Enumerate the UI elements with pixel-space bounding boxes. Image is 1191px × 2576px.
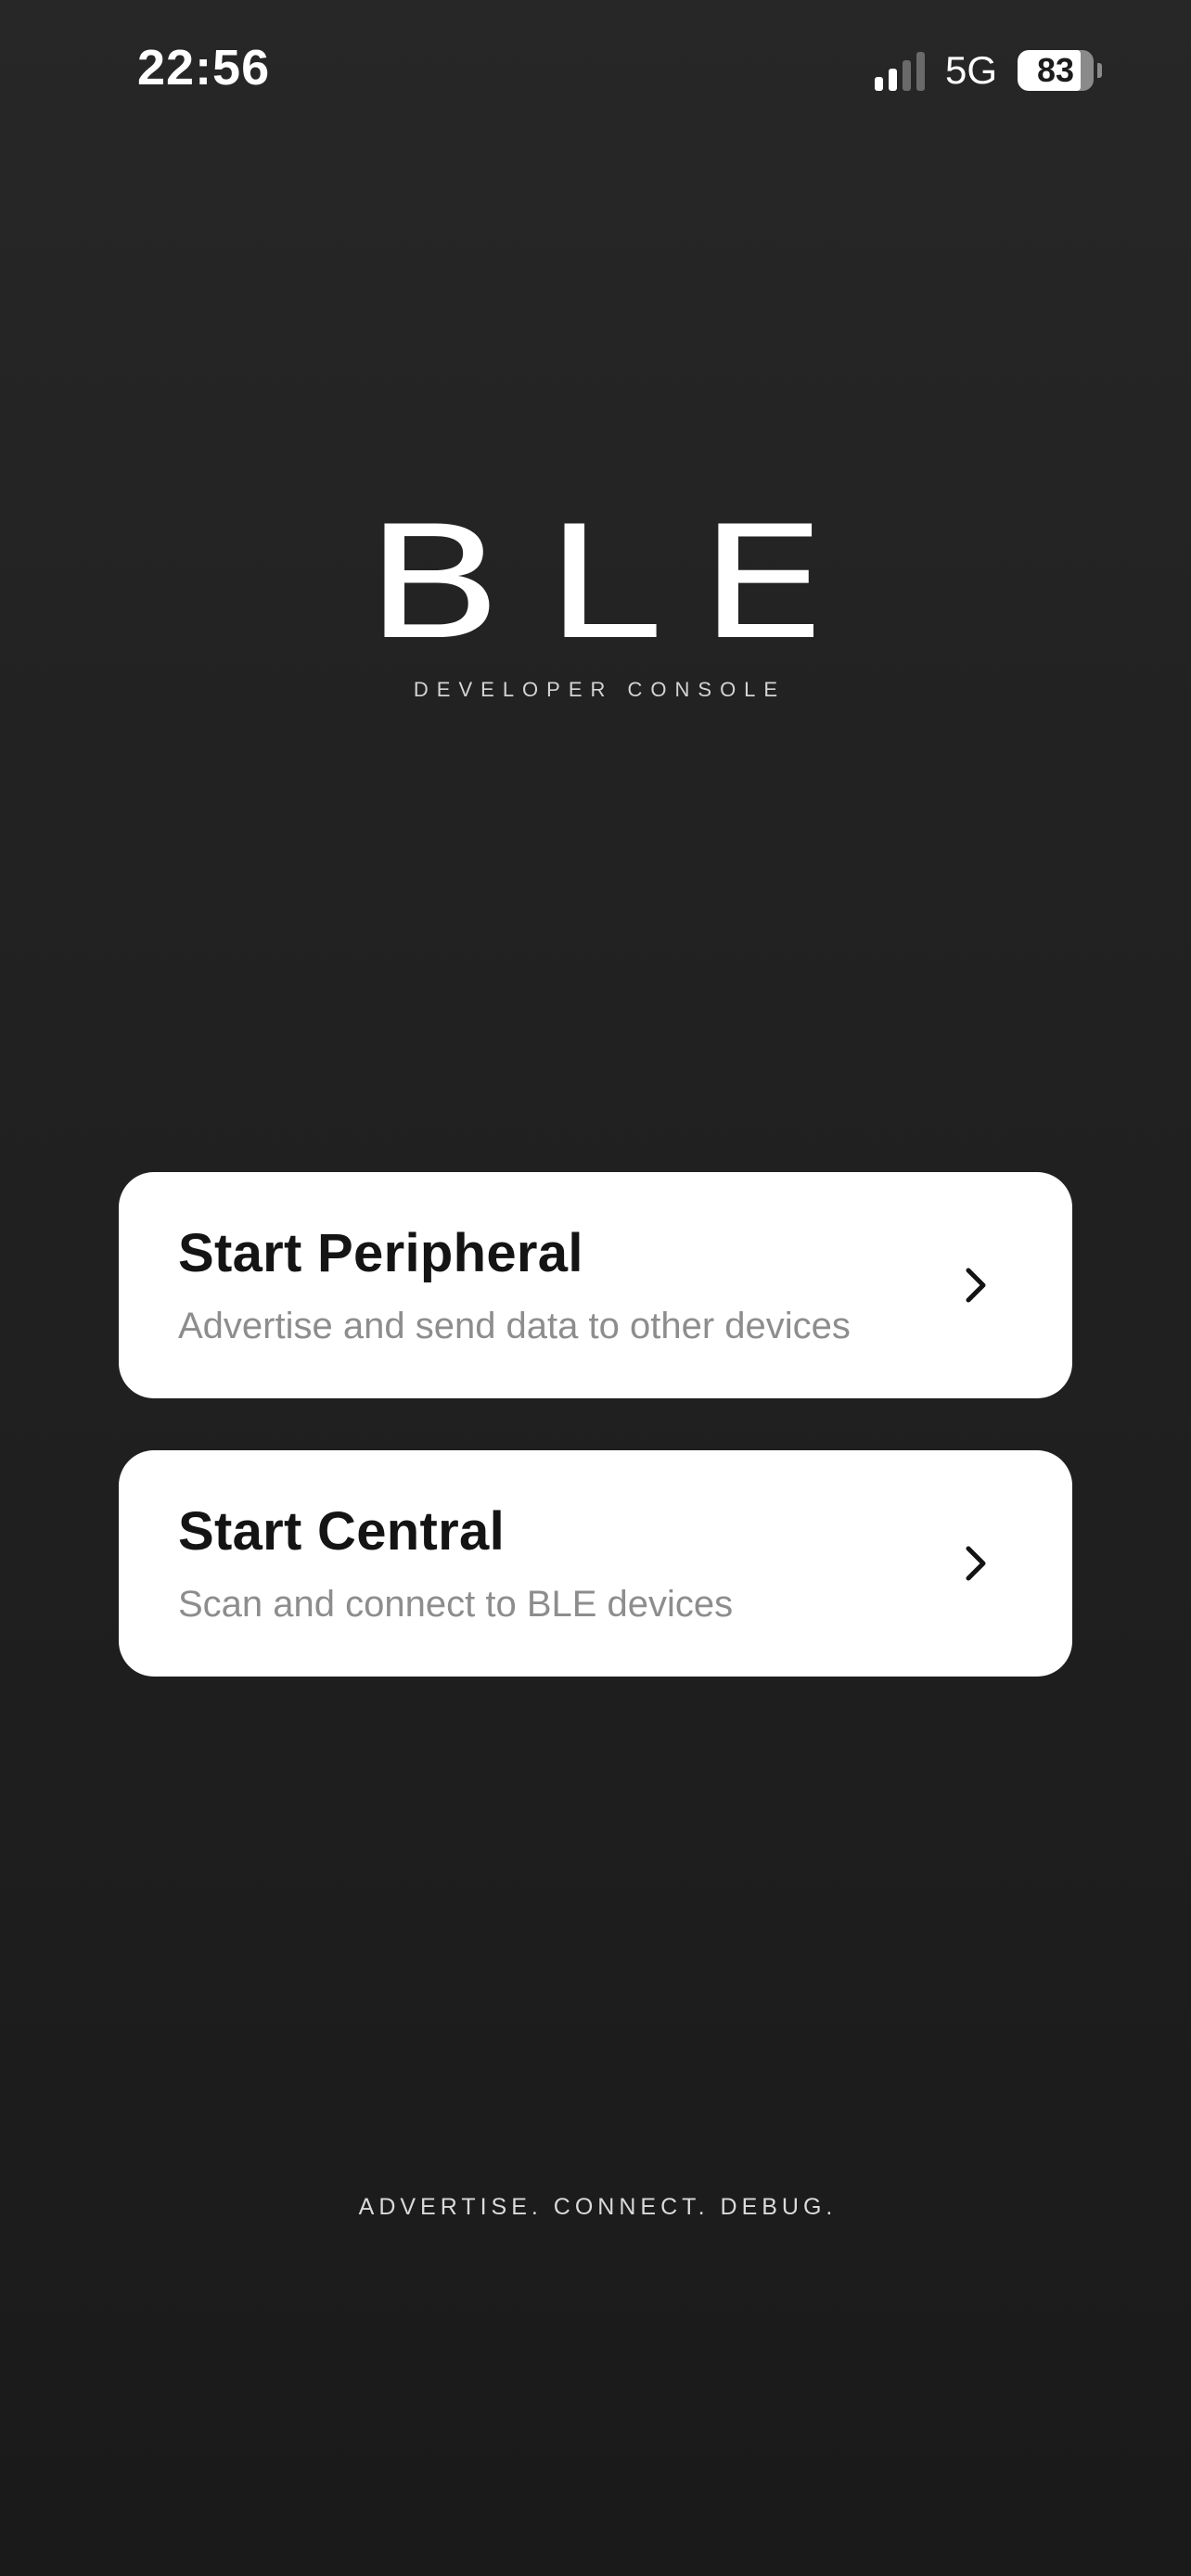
start-peripheral-button[interactable]: Start Peripheral Advertise and send data… bbox=[119, 1172, 1072, 1398]
home-screen: 22:56 5G 83 BLE DEVELOPER CONSOLE Start bbox=[0, 0, 1191, 2576]
chevron-right-icon bbox=[966, 1268, 986, 1303]
logo-title: BLE bbox=[365, 492, 868, 674]
tagline: ADVERTISE. CONNECT. DEBUG. bbox=[358, 2194, 838, 2220]
network-type-label: 5G bbox=[944, 48, 997, 92]
status-indicators: 5G 83 bbox=[874, 45, 1102, 96]
status-time: 22:56 bbox=[137, 40, 271, 96]
app-logo: BLE DEVELOPER CONSOLE bbox=[0, 505, 1191, 702]
card-title: Start Central bbox=[178, 1501, 505, 1562]
chevron-right-icon bbox=[966, 1546, 986, 1581]
logo-subtitle: DEVELOPER CONSOLE bbox=[413, 678, 787, 701]
battery-icon: 83 bbox=[1018, 50, 1102, 91]
battery-tip bbox=[1097, 63, 1102, 78]
battery-level-label: 83 bbox=[1036, 51, 1075, 89]
card-subtitle: Scan and connect to BLE devices bbox=[178, 1584, 734, 1625]
start-central-button[interactable]: Start Central Scan and connect to BLE de… bbox=[119, 1450, 1072, 1677]
card-title: Start Peripheral bbox=[178, 1223, 583, 1283]
battery-body: 83 bbox=[1018, 50, 1094, 91]
card-subtitle: Advertise and send data to other devices bbox=[178, 1306, 851, 1346]
cellular-signal-icon bbox=[874, 50, 925, 91]
status-bar: 22:56 5G 83 bbox=[0, 0, 1191, 139]
